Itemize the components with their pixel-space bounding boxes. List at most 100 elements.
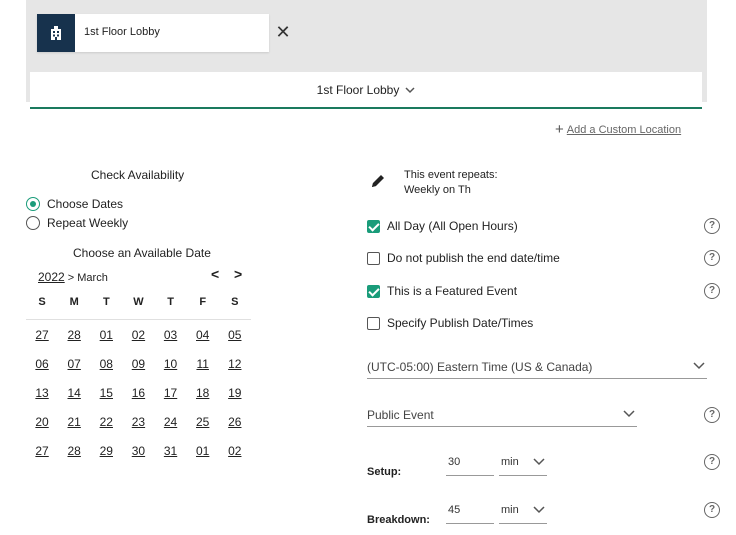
calendar-day[interactable]: 06 (26, 357, 58, 371)
weekday-label: W (133, 296, 144, 308)
chevron-down-icon (533, 504, 545, 517)
pencil-icon[interactable] (370, 173, 386, 192)
calendar-day[interactable]: 24 (155, 415, 187, 429)
help-icon[interactable]: ? (704, 250, 720, 266)
calendar-header: 2022 > March (38, 270, 108, 284)
choose-date-title: Choose an Available Date (73, 246, 211, 260)
calendar-day[interactable]: 11 (187, 357, 219, 371)
checkbox-no-end-date-label: Do not publish the end date/time (387, 251, 560, 265)
calendar-next-button[interactable]: > (234, 266, 242, 282)
breakdown-label: Breakdown: (367, 514, 430, 526)
help-icon[interactable]: ? (704, 502, 720, 518)
location-chip[interactable]: 1st Floor Lobby ✕ (37, 14, 291, 52)
calendar-week-row: 20 21 22 23 24 25 26 (26, 407, 251, 436)
calendar-day[interactable]: 28 (58, 328, 90, 342)
calendar-day[interactable]: 18 (187, 386, 219, 400)
radio-repeat-weekly[interactable]: Repeat Weekly (26, 215, 128, 231)
checkbox-checked-icon (367, 219, 380, 233)
visibility-select[interactable]: Public Event (367, 405, 637, 427)
calendar-day[interactable]: 27 (26, 328, 58, 342)
calendar-week-row: 27 28 29 30 31 01 02 (26, 436, 251, 465)
chevron-down-icon (405, 86, 415, 97)
breakdown-value: 45 (448, 504, 461, 516)
checkbox-publish-times[interactable]: Specify Publish Date/Times (367, 315, 533, 331)
calendar-day[interactable]: 13 (26, 386, 58, 400)
plus-icon: + (555, 121, 564, 138)
add-custom-location-label: Add a Custom Location (566, 124, 682, 136)
help-icon[interactable]: ? (704, 407, 720, 423)
calendar-weekday-row: S M T W T F S (26, 296, 251, 320)
calendar-day[interactable]: 21 (58, 415, 90, 429)
calendar-day[interactable]: 30 (122, 444, 154, 458)
add-custom-location-link[interactable]: + Add a Custom Location (555, 121, 681, 138)
breakdown-unit-select[interactable]: min (499, 502, 547, 524)
calendar-day[interactable]: 14 (58, 386, 90, 400)
calendar-day[interactable]: 16 (122, 386, 154, 400)
radio-repeat-weekly-label: Repeat Weekly (47, 216, 129, 230)
chevron-down-icon (623, 407, 635, 421)
calendar-day[interactable]: 19 (219, 386, 251, 400)
calendar-grid: S M T W T F S 27 28 01 02 03 04 05 06 07… (26, 296, 251, 465)
checkbox-featured[interactable]: This is a Featured Event (367, 283, 517, 299)
repeat-summary-line1: This event repeats: (404, 169, 498, 181)
calendar-day[interactable]: 23 (122, 415, 154, 429)
calendar-day[interactable]: 31 (155, 444, 187, 458)
help-icon[interactable]: ? (704, 218, 720, 234)
weekday-label: M (69, 296, 79, 308)
weekday-label: S (38, 296, 46, 308)
calendar-year[interactable]: 2022 (38, 270, 65, 284)
calendar-day[interactable]: 25 (187, 415, 219, 429)
timezone-select[interactable]: (UTC-05:00) Eastern Time (US & Canada) (367, 357, 707, 379)
calendar-day[interactable]: 09 (122, 357, 154, 371)
timezone-value: (UTC-05:00) Eastern Time (US & Canada) (367, 360, 593, 374)
calendar-day[interactable]: 10 (155, 357, 187, 371)
calendar-day[interactable]: 17 (155, 386, 187, 400)
calendar-day[interactable]: 26 (219, 415, 251, 429)
calendar-day[interactable]: 01 (90, 328, 122, 342)
help-icon[interactable]: ? (704, 283, 720, 299)
calendar-day[interactable]: 12 (219, 357, 251, 371)
calendar-day[interactable]: 27 (26, 444, 58, 458)
weekday-label: T (167, 296, 174, 308)
radio-choose-dates-label: Choose Dates (47, 197, 124, 211)
calendar-day[interactable]: 02 (219, 444, 251, 458)
calendar-week-row: 27 28 01 02 03 04 05 (26, 320, 251, 349)
calendar-day[interactable]: 04 (187, 328, 219, 342)
breakdown-input[interactable]: 45 (446, 502, 494, 524)
calendar-day[interactable]: 03 (155, 328, 187, 342)
checkbox-unchecked-icon (367, 316, 380, 330)
chevron-down-icon (533, 456, 545, 469)
setup-input[interactable]: 30 (446, 454, 494, 476)
calendar-prev-button[interactable]: < (211, 266, 219, 282)
location-chip-label: 1st Floor Lobby (84, 26, 160, 38)
location-select[interactable]: 1st Floor Lobby (30, 72, 702, 109)
weekday-label: F (199, 296, 207, 308)
radio-choose-dates[interactable]: Choose Dates (26, 196, 123, 212)
repeat-summary: This event repeats: Weekly on Th (404, 168, 498, 198)
calendar-day[interactable]: 20 (26, 415, 58, 429)
checkbox-publish-times-label: Specify Publish Date/Times (387, 316, 534, 330)
calendar-day[interactable]: 02 (122, 328, 154, 342)
radio-selected-icon (26, 197, 40, 211)
checkbox-all-day[interactable]: All Day (All Open Hours) (367, 218, 518, 234)
visibility-value: Public Event (367, 408, 434, 422)
calendar-day[interactable]: 28 (58, 444, 90, 458)
calendar-day[interactable]: 07 (58, 357, 90, 371)
calendar-day[interactable]: 29 (90, 444, 122, 458)
help-icon[interactable]: ? (704, 454, 720, 470)
weekday-label: T (102, 296, 110, 308)
calendar-day[interactable]: 22 (90, 415, 122, 429)
checkbox-checked-icon (367, 284, 380, 298)
checkbox-featured-label: This is a Featured Event (387, 284, 518, 298)
calendar-day[interactable]: 15 (90, 386, 122, 400)
setup-unit-select[interactable]: min (499, 454, 547, 476)
checkbox-no-end-date[interactable]: Do not publish the end date/time (367, 250, 560, 266)
setup-value: 30 (448, 456, 461, 468)
close-icon[interactable]: ✕ (273, 22, 293, 42)
calendar-day[interactable]: 05 (219, 328, 251, 342)
calendar-day[interactable]: 01 (187, 444, 219, 458)
repeat-summary-line2: Weekly on Th (404, 184, 471, 196)
radio-unselected-icon (26, 216, 40, 230)
calendar-day[interactable]: 08 (90, 357, 122, 371)
breakdown-unit-value: min (501, 504, 519, 516)
